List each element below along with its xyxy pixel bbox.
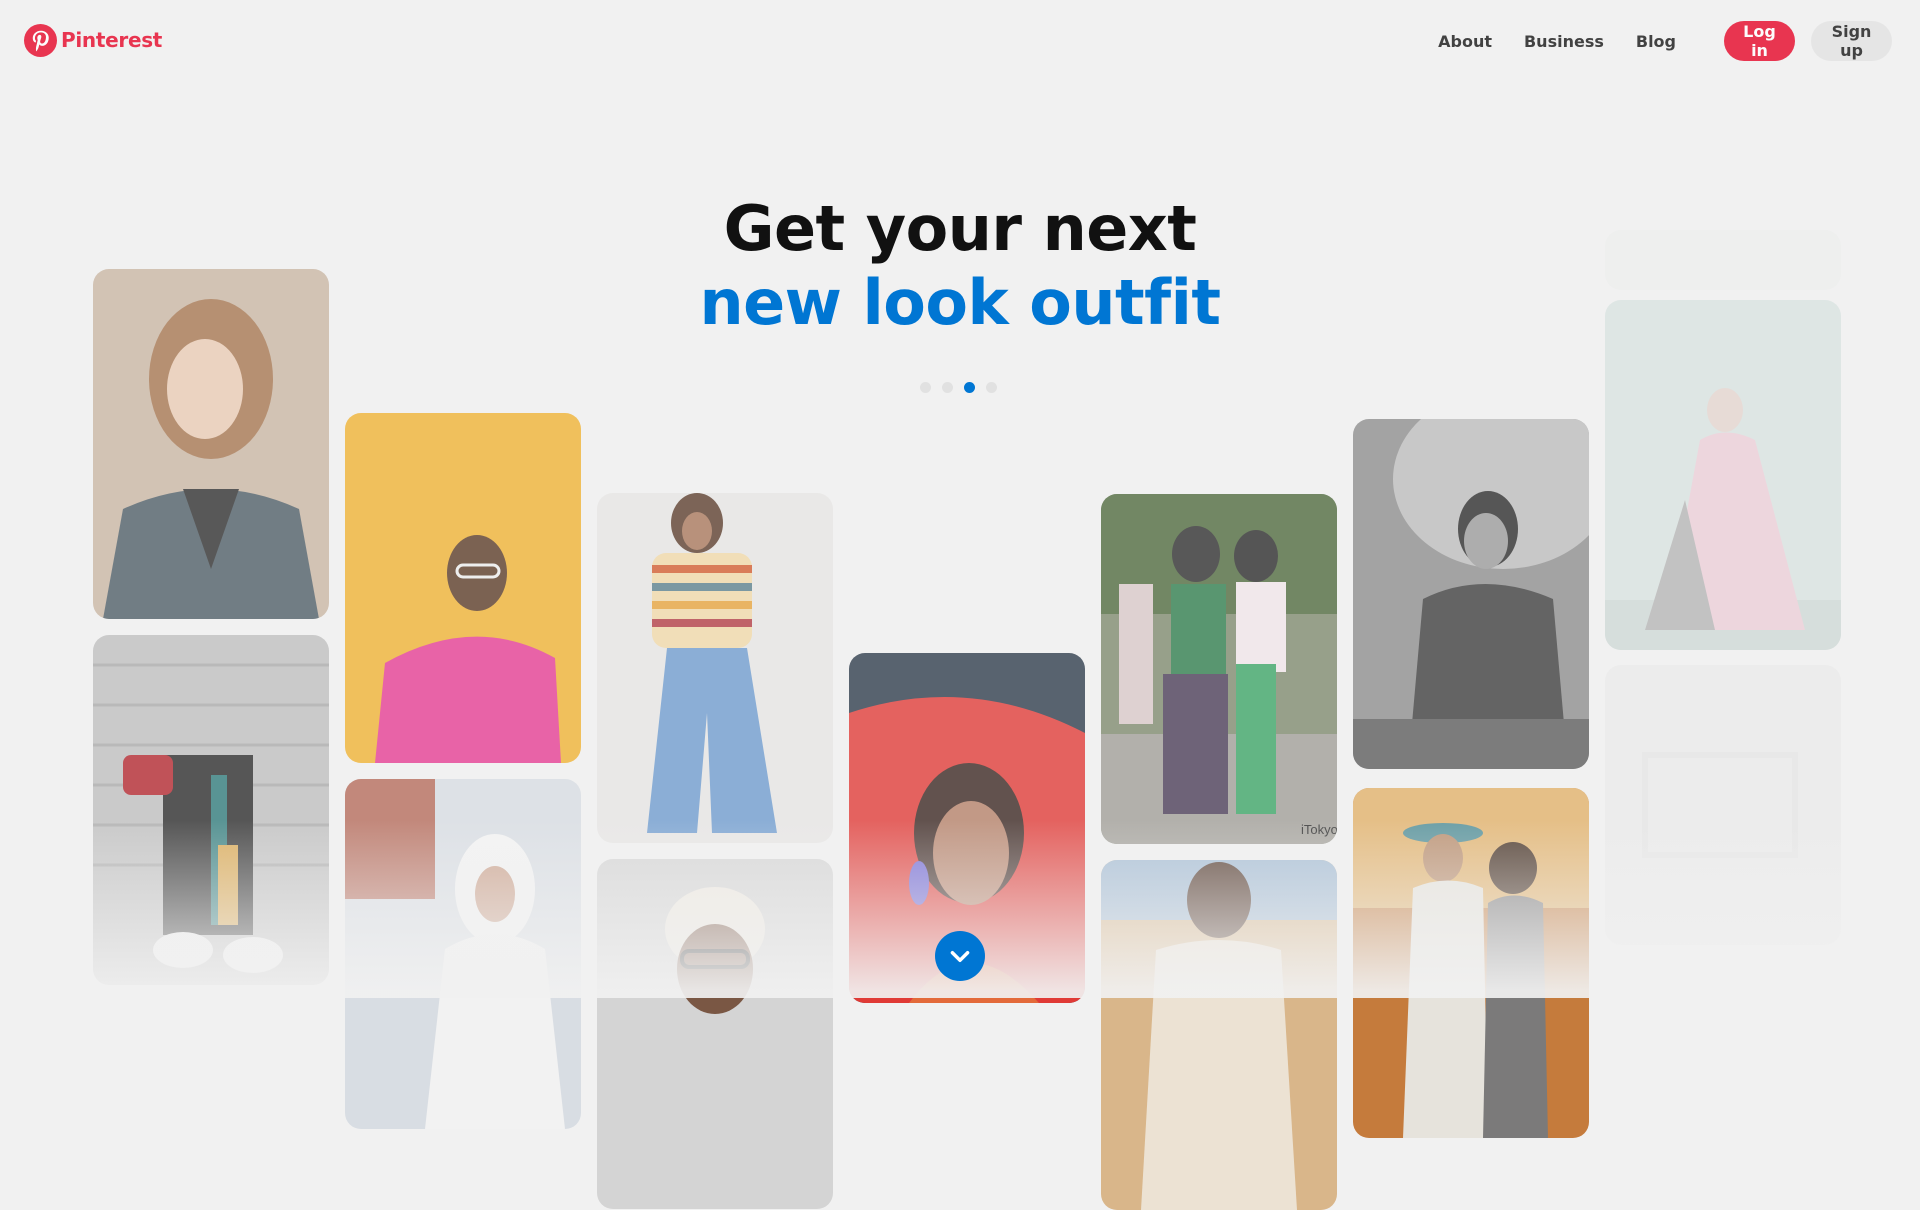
photo-woman-pink-dress: [1605, 300, 1841, 650]
pin-image[interactable]: [345, 779, 581, 1129]
pin-image[interactable]: [597, 493, 833, 843]
pin-image[interactable]: [1605, 665, 1841, 945]
pin-image[interactable]: [1605, 300, 1841, 650]
photo-man-grey-hair: [597, 859, 833, 1209]
photo-red-bag-track-pants: [93, 635, 329, 985]
photo-woman-white-hijab: [345, 779, 581, 1129]
photo-man-pink-sweater: [345, 413, 581, 763]
pin-image[interactable]: [345, 413, 581, 763]
pin-image[interactable]: [597, 859, 833, 1209]
photo-two-girls-street: iTokyo: [1101, 494, 1337, 844]
photo-man-black-white: [1353, 419, 1589, 769]
chevron-down-icon: [950, 951, 970, 963]
pin-grid: iTokyo: [0, 0, 1920, 1210]
watermark-text: iTokyo: [1301, 822, 1337, 837]
carousel-dots: [920, 382, 1008, 393]
carousel-dot-3[interactable]: [964, 382, 975, 393]
hero-title-line2: new look outfit: [699, 266, 1221, 339]
hero-title-line1: Get your next: [723, 192, 1197, 265]
carousel-dot-2[interactable]: [942, 382, 953, 393]
photo-man-beige-polo: [1101, 860, 1337, 1210]
pin-image[interactable]: iTokyo: [1101, 494, 1337, 844]
pin-image[interactable]: [93, 635, 329, 985]
carousel-dot-4[interactable]: [986, 382, 997, 393]
carousel-dot-1[interactable]: [920, 382, 931, 393]
photo-striped-tee-jeans: [597, 493, 833, 843]
pin-image[interactable]: [1353, 788, 1589, 1138]
photo-faded-bottom: [1605, 665, 1841, 945]
pin-image[interactable]: [1101, 860, 1337, 1210]
scroll-down-button[interactable]: [935, 931, 985, 981]
hero-heading: Get your next new look outfit: [0, 190, 1920, 338]
pin-image[interactable]: [1353, 419, 1589, 769]
photo-couple-autumn: [1353, 788, 1589, 1138]
